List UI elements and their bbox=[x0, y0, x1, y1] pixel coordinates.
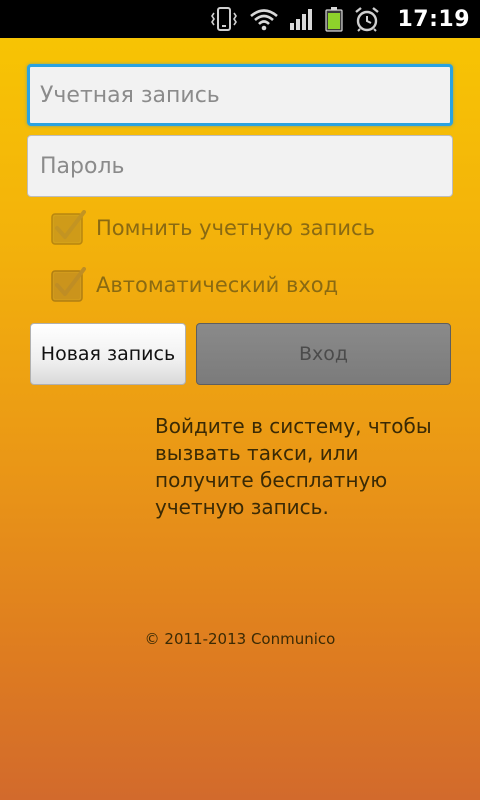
account-input[interactable] bbox=[27, 64, 453, 126]
new-account-button[interactable]: Новая запись bbox=[30, 323, 186, 385]
signal-icon bbox=[289, 7, 315, 31]
battery-icon bbox=[325, 6, 344, 32]
auto-login-label: Автоматический вход bbox=[96, 273, 339, 297]
remember-account-label: Помнить учетную запись bbox=[96, 216, 375, 240]
checkbox-checked-icon[interactable] bbox=[50, 267, 86, 303]
auto-login-checkbox[interactable]: Автоматический вход bbox=[50, 267, 338, 303]
status-time: 17:19 bbox=[397, 6, 470, 32]
password-input[interactable] bbox=[27, 135, 453, 197]
vibrate-icon bbox=[209, 6, 239, 32]
remember-account-checkbox[interactable]: Помнить учетную запись bbox=[50, 210, 375, 246]
copyright-text: © 2011-2013 Conmunico bbox=[144, 630, 336, 648]
status-bar: 17:19 bbox=[0, 0, 480, 38]
status-icons: 17:19 bbox=[209, 0, 470, 38]
wifi-icon bbox=[249, 7, 279, 31]
checkbox-checked-icon[interactable] bbox=[50, 210, 86, 246]
info-text: Войдите в систему, чтобы вызвать такси, … bbox=[155, 414, 432, 519]
alarm-icon bbox=[353, 6, 381, 32]
login-button[interactable]: Вход bbox=[196, 323, 451, 385]
